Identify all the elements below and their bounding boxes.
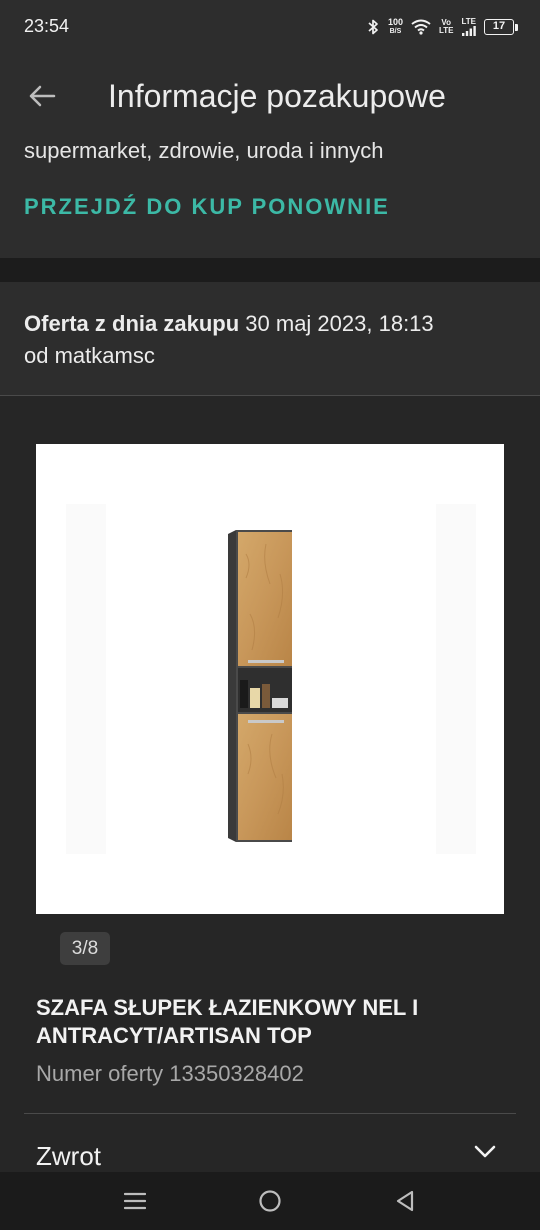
offer-date-value: 30 maj 2023, 18:13: [245, 311, 434, 336]
battery-tip: [515, 23, 518, 31]
arrow-left-icon: [29, 85, 56, 107]
status-icons: 100 B/S Vo LTE LTE 17: [366, 14, 518, 40]
system-nav-bar: [0, 1172, 540, 1230]
cabinet-illustration: [66, 504, 476, 854]
home-icon: [259, 1190, 281, 1212]
product-section: 3/8 SZAFA SŁUPEK ŁAZIENKOWY NEL I ANTRAC…: [0, 397, 540, 1172]
network-speed: 100 B/S: [388, 18, 403, 36]
rebuy-card: supermarket, zdrowie, uroda i innych PRZ…: [0, 136, 540, 258]
lte-label: LTE: [461, 17, 476, 26]
back-button[interactable]: [22, 78, 62, 114]
return-section-toggle[interactable]: Zwrot: [0, 1125, 540, 1175]
back-triangle-icon: [396, 1190, 414, 1212]
offer-info: Oferta z dnia zakupu 30 maj 2023, 18:13 …: [0, 282, 540, 396]
home-button[interactable]: [255, 1186, 285, 1216]
menu-icon: [124, 1192, 146, 1210]
battery-level: 17: [484, 19, 514, 35]
lte-signal: LTE: [461, 18, 476, 36]
product-title[interactable]: SZAFA SŁUPEK ŁAZIENKOWY NEL I ANTRACYT/A…: [36, 994, 496, 1050]
divider: [24, 1113, 516, 1114]
status-time: 23:54: [24, 16, 70, 36]
image-counter: 3/8: [60, 932, 110, 965]
battery-icon: 17: [484, 19, 518, 35]
offer-date-line: Oferta z dnia zakupu 30 maj 2023, 18:13: [24, 311, 434, 337]
nav-back-button[interactable]: [390, 1186, 420, 1216]
volte-indicator: Vo LTE: [439, 19, 454, 35]
page-title: Informacje pozakupowe: [108, 78, 446, 114]
wifi-icon: [411, 19, 431, 35]
offer-number: Numer oferty 13350328402: [36, 1061, 304, 1086]
app-bar: Informacje pozakupowe: [0, 56, 540, 136]
section-divider: [0, 258, 540, 282]
signal-icon: [462, 26, 476, 36]
return-label: Zwrot: [36, 1141, 101, 1171]
bluetooth-icon: [368, 19, 378, 35]
rebuy-link[interactable]: PRZEJDŹ DO KUP PONOWNIE: [24, 194, 390, 220]
volte-bottom: LTE: [438, 26, 454, 35]
chevron-down-icon: [474, 1145, 496, 1158]
categories-text: supermarket, zdrowie, uroda i innych: [24, 138, 384, 163]
offer-seller: od matkamsc: [24, 343, 155, 368]
speed-unit: B/S: [389, 28, 402, 35]
speed-value: 100: [387, 17, 403, 27]
offer-date-label: Oferta z dnia zakupu: [24, 311, 240, 336]
menu-button[interactable]: [120, 1186, 150, 1216]
status-bar: 23:54 100 B/S Vo LTE LTE 17: [0, 0, 540, 56]
product-image[interactable]: [36, 444, 504, 914]
